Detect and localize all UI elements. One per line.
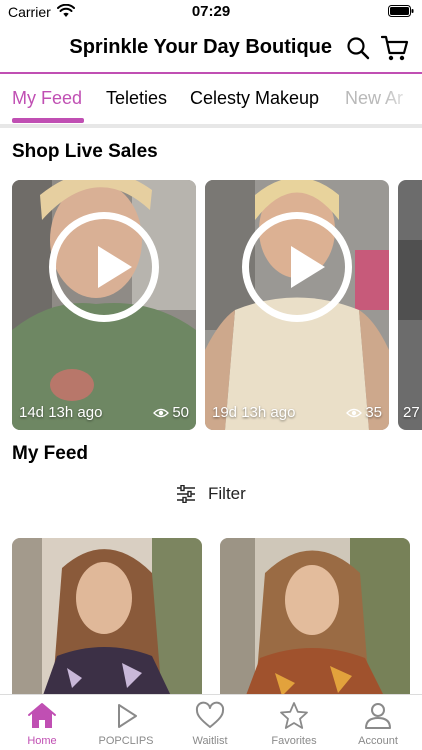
nav-popclips[interactable]: POPCLIPS	[84, 701, 168, 747]
star-icon	[280, 702, 308, 729]
live-video-card[interactable]: 19d 13h ago 35	[205, 180, 389, 430]
video-thumbnail	[398, 180, 422, 430]
view-count: 50	[153, 404, 189, 421]
nav-favorites[interactable]: Favorites	[252, 701, 336, 747]
video-age: 14d 13h ago	[19, 404, 103, 421]
tab-teleties[interactable]: Teleties	[106, 88, 167, 109]
filter-label: Filter	[208, 484, 246, 503]
view-count-value: 35	[365, 404, 382, 421]
search-icon[interactable]	[346, 36, 370, 60]
nav-home-label: Home	[27, 735, 57, 747]
heart-icon	[195, 701, 225, 728]
view-count-value: 50	[172, 404, 189, 421]
play-icon	[118, 704, 137, 728]
play-icon[interactable]	[242, 212, 352, 322]
filter-icon	[177, 485, 195, 503]
filter-button[interactable]: Filter	[176, 484, 246, 504]
play-icon[interactable]	[49, 212, 159, 322]
person-icon	[365, 703, 391, 729]
cart-icon[interactable]	[381, 34, 409, 62]
home-icon	[28, 703, 56, 728]
product-card[interactable]	[220, 538, 410, 698]
app-title: Sprinkle Your Day Boutique	[69, 36, 332, 58]
product-image	[220, 538, 410, 698]
status-bar: Carrier 07:29	[0, 0, 422, 24]
nav-waitlist-label: Waitlist	[192, 735, 228, 747]
battery-icon	[388, 5, 414, 17]
product-image	[12, 538, 202, 698]
live-sales-title: Shop Live Sales	[12, 141, 158, 162]
live-video-card[interactable]: 14d 13h ago 50	[12, 180, 196, 430]
bottom-tab-bar: Home POPCLIPS Waitlist Favorites Account	[0, 694, 422, 750]
eye-icon	[153, 408, 170, 417]
app-header: Sprinkle Your Day Boutique	[0, 24, 422, 72]
nav-home[interactable]: Home	[0, 701, 84, 747]
tab-my-feed[interactable]: My Feed	[12, 88, 82, 109]
tab-celesty-makeup[interactable]: Celesty Makeup	[190, 88, 319, 109]
tabs-fade	[382, 74, 422, 124]
nav-favorites-label: Favorites	[271, 735, 317, 747]
nav-popclips-label: POPCLIPS	[98, 735, 154, 747]
live-video-card[interactable]: 27	[398, 180, 422, 430]
product-card[interactable]	[12, 538, 202, 698]
nav-waitlist[interactable]: Waitlist	[168, 701, 252, 747]
category-tabs: My Feed Teleties Celesty Makeup New Ar	[0, 74, 422, 124]
clock: 07:29	[191, 3, 231, 20]
active-tab-indicator	[12, 118, 84, 123]
view-count: 35	[346, 404, 382, 421]
nav-account-label: Account	[358, 735, 398, 747]
tabs-divider	[0, 124, 422, 128]
video-age: 19d 13h ago	[212, 404, 296, 421]
nav-account[interactable]: Account	[336, 701, 420, 747]
feed-title: My Feed	[12, 443, 89, 464]
eye-icon	[346, 408, 363, 417]
video-age: 27	[403, 404, 420, 421]
